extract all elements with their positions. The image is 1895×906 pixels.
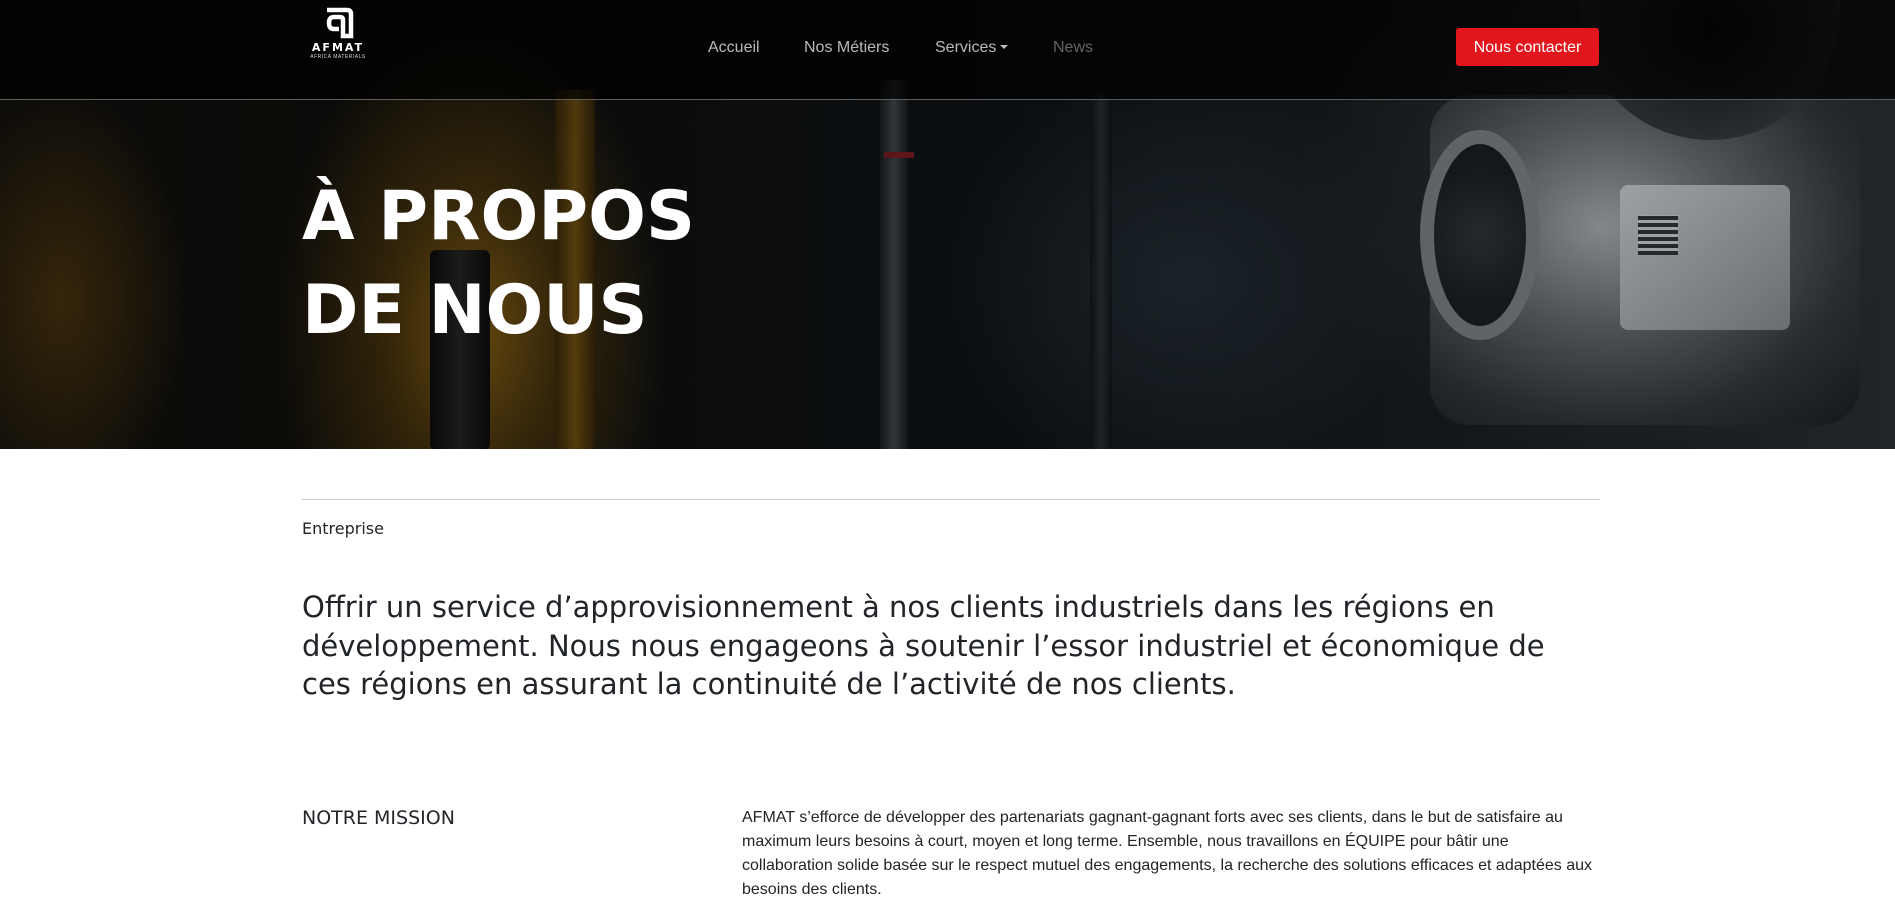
nav-item-accueil[interactable]: Accueil bbox=[708, 37, 760, 59]
main-nav: Accueil Nos Métiers Services News bbox=[0, 37, 1895, 61]
page-title-line-1: À PROPOS bbox=[302, 177, 695, 256]
nav-item-nos-metiers[interactable]: Nos Métiers bbox=[804, 37, 889, 59]
nav-item-news[interactable]: News bbox=[1053, 37, 1093, 59]
section-eyebrow: Entreprise bbox=[302, 519, 384, 538]
section-lead-text: Offrir un service d’approvisionnement à … bbox=[302, 590, 1545, 701]
mission-paragraph: AFMAT s’efforce de développer des parten… bbox=[742, 809, 1592, 898]
section-divider bbox=[302, 499, 1600, 500]
caret-down-icon bbox=[1000, 45, 1009, 49]
page-title-line-2: DE NOUS bbox=[302, 271, 648, 350]
nav-item-services-label: Services bbox=[935, 39, 997, 56]
nav-item-services[interactable]: Services bbox=[935, 37, 1009, 59]
contact-button[interactable]: Nous contacter bbox=[1456, 28, 1599, 66]
top-navbar: AFMAT AFRICA MATERIALS Accueil Nos Métie… bbox=[0, 0, 1895, 100]
afmat-logo-icon bbox=[326, 7, 354, 39]
mission-heading: NOTRE MISSION bbox=[302, 807, 455, 829]
page-title: À PROPOS DE NOUS bbox=[302, 170, 695, 358]
